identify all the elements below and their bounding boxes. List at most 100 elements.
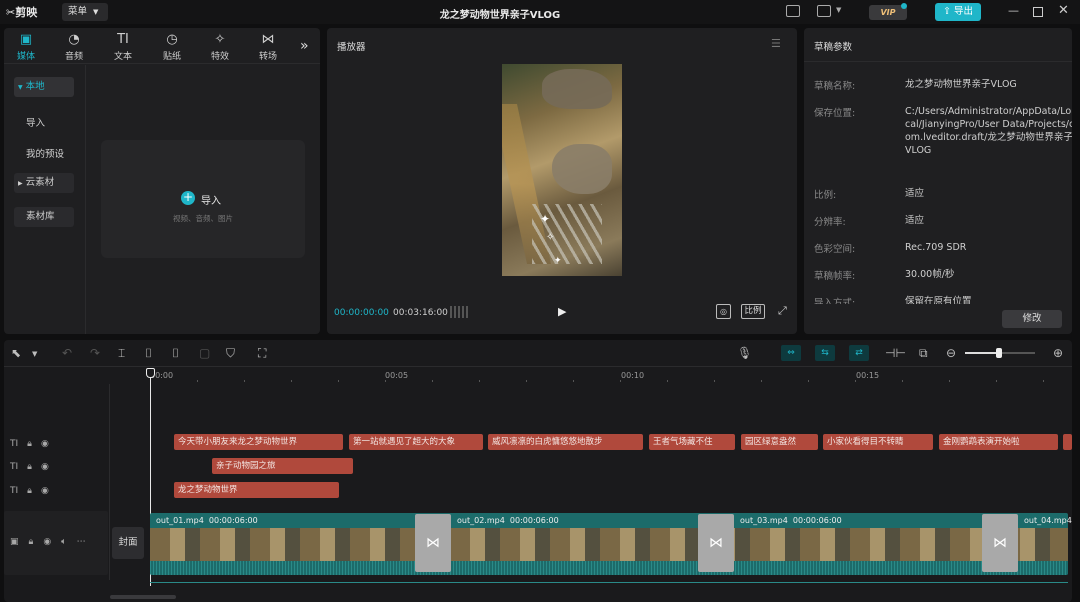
waveform-toggle-icon[interactable] <box>450 306 468 318</box>
preview-axis-icon[interactable]: ⊣⊢ <box>885 346 906 360</box>
player-panel: 播放器 ☰ ✦ ✧ ✦ 00:00:00:00 00:03:16:00 ▶ ◎ … <box>327 28 797 334</box>
audio-icon: ◔ <box>68 32 80 47</box>
zoom-slider-handle[interactable] <box>996 348 1002 358</box>
import-label: 导入 <box>201 196 221 207</box>
divider <box>804 61 1072 62</box>
tab-audio[interactable]: ◔ 音频 <box>54 32 94 62</box>
video-track[interactable] <box>150 513 1068 575</box>
tab-bar: ▣ 媒体 ◔ 音频 TI 文本 ◷ 贴纸 ✧ 特效 ⋈ 转场 » <box>4 28 320 64</box>
minimize-icon[interactable]: — <box>1008 4 1019 17</box>
marker-icon[interactable]: ⛉ <box>226 346 235 361</box>
export-icon: ⇪ <box>942 6 951 17</box>
text-clip[interactable]: 龙之梦动物世界 <box>174 482 339 498</box>
mute-icon[interactable]: 🔈︎ <box>61 537 66 547</box>
ruler-ticks <box>150 380 1070 382</box>
lock-icon[interactable]: 🔒︎ <box>27 486 32 496</box>
eye-icon[interactable]: ◉ <box>41 462 49 472</box>
vip-dot <box>901 3 907 9</box>
text-clip[interactable]: 威风凛凛的白虎慵悠悠地散步 <box>488 434 643 450</box>
more-icon[interactable]: ⋯ <box>77 537 86 547</box>
more-tabs-icon[interactable]: » <box>300 38 309 54</box>
export-button[interactable]: ⇪ 导出 <box>935 3 981 21</box>
split-icon[interactable]: ⌶ <box>118 346 125 361</box>
title-bar: ✂剪映 菜单 ▼ 龙之梦动物世界亲子VLOG ▼ VIP ⇪ 导出 — ✕ <box>0 0 1080 24</box>
lock-icon[interactable]: 🔒︎ <box>29 537 34 547</box>
transition-icon[interactable]: ⋈ <box>415 514 451 572</box>
total-time: 00:03:16:00 <box>393 308 448 318</box>
undo-icon[interactable]: ↶ <box>62 346 72 360</box>
tab-text[interactable]: TI 文本 <box>103 32 143 62</box>
fullscreen-fit-icon[interactable]: ◎ <box>716 304 731 319</box>
delete-icon[interactable]: ▢ <box>199 346 210 360</box>
caret-right-icon: ▶ <box>18 180 23 187</box>
eye-icon[interactable]: ◉ <box>41 439 49 449</box>
eye-icon[interactable]: ◉ <box>43 537 51 547</box>
text-clip[interactable]: 第一站就遇见了超大的大象 <box>349 434 483 450</box>
zoom-in-icon[interactable]: ⊕ <box>1053 346 1063 360</box>
draft-title: 草稿参数 <box>814 42 853 53</box>
tab-media[interactable]: ▣ 媒体 <box>6 32 46 62</box>
select-tool-icon[interactable]: ⬉ <box>11 346 21 360</box>
param-row-import: 导入方式: 保留在原有位置 <box>814 296 972 304</box>
video-preview: ✦ ✧ ✦ <box>502 64 622 276</box>
timeline-divider <box>4 366 1072 367</box>
cover-button[interactable]: 封面 <box>112 527 144 559</box>
sidebar-item-library[interactable]: 素材库 <box>14 207 74 227</box>
media-icon: ▣ <box>19 32 33 47</box>
select-chevron-icon[interactable]: ▼ <box>32 350 37 358</box>
player-menu-icon[interactable]: ☰ <box>771 37 781 50</box>
fit-timeline-icon[interactable]: ⧉ <box>919 346 928 361</box>
text-clip[interactable]: 亲子动物园之旅 <box>212 458 353 474</box>
sidebar-item-import[interactable]: 导入 <box>26 115 45 129</box>
main-track-magnet-icon[interactable]: ⇔ <box>781 345 801 361</box>
microphone-icon[interactable]: 🎙 <box>737 346 752 360</box>
transition-icon[interactable]: ⋈ <box>698 514 734 572</box>
effects-icon: ✧ <box>214 32 226 47</box>
sidebar-item-cloud[interactable]: ▶ 云素材 <box>14 173 74 193</box>
import-dropzone[interactable]: + 导入 视频、音频、图片 <box>101 140 305 258</box>
horizontal-scrollbar[interactable] <box>110 595 176 599</box>
media-panel: ▣ 媒体 ◔ 音频 TI 文本 ◷ 贴纸 ✧ 特效 ⋈ 转场 » ▼ 本地 导入… <box>4 28 320 334</box>
zoom-out-icon[interactable]: ⊖ <box>946 346 956 360</box>
text-clip[interactable]: 王者气场藏不住 <box>649 434 735 450</box>
lock-icon[interactable]: 🔒︎ <box>27 439 32 449</box>
text-clip[interactable]: 今天带小朋友来龙之梦动物世界 <box>174 434 343 450</box>
tab-sticker[interactable]: ◷ 贴纸 <box>152 32 192 62</box>
trim-right-icon[interactable]: ⌷ <box>172 346 179 361</box>
video-track-icons: ▣ 🔒︎ ◉ 🔈︎ ⋯ <box>10 537 86 547</box>
play-icon[interactable]: ▶ <box>558 305 566 318</box>
time-ruler[interactable]: 00:00 00:05 00:10 00:15 <box>150 370 1070 382</box>
linkage-icon[interactable]: ⇄ <box>849 345 869 361</box>
expand-icon[interactable]: ⤢ <box>778 304 787 318</box>
sidebar-item-local[interactable]: ▼ 本地 <box>14 77 74 97</box>
trim-left-icon[interactable]: ⌷ <box>145 346 152 361</box>
edit-draft-button[interactable]: 修改 <box>1002 310 1062 328</box>
text-clip-partial[interactable] <box>1063 434 1072 450</box>
layout-icon[interactable] <box>817 5 831 17</box>
audio-waveform <box>150 561 1068 575</box>
eye-icon[interactable]: ◉ <box>41 486 49 496</box>
text-clip[interactable]: 金刚鹦鹉表演开始啦 <box>939 434 1058 450</box>
lock-icon[interactable]: 🔒︎ <box>27 462 32 472</box>
text-clip[interactable]: 园区绿意盎然 <box>741 434 818 450</box>
elephant-shape <box>542 69 612 109</box>
import-hint: 视频、音频、图片 <box>173 214 233 223</box>
clip-label: out_03.mp4 00:00:06:00 <box>740 516 842 525</box>
ratio-button[interactable]: 比例 <box>741 304 765 319</box>
redo-icon[interactable]: ↷ <box>90 346 100 360</box>
video-track-icon: ▣ <box>10 537 19 547</box>
transition-icon[interactable]: ⋈ <box>982 514 1018 572</box>
tab-effects[interactable]: ✧ 特效 <box>200 32 240 62</box>
layout-chevron-icon[interactable]: ▼ <box>836 6 841 14</box>
maximize-icon[interactable] <box>1033 7 1043 17</box>
tab-transition[interactable]: ⋈ 转场 <box>248 32 288 62</box>
sparkle-icon-3: ✦ <box>554 256 562 266</box>
playhead-handle[interactable] <box>146 368 155 378</box>
text-clip[interactable]: 小家伙看得目不转睛 <box>823 434 933 450</box>
close-icon[interactable]: ✕ <box>1058 3 1069 18</box>
shortcut-icon[interactable] <box>786 5 800 17</box>
auto-snap-icon[interactable]: ⇆ <box>815 345 835 361</box>
crop-icon[interactable]: ⛶ <box>258 346 266 361</box>
sidebar-item-presets[interactable]: 我的预设 <box>26 146 64 160</box>
clip-label: out_01.mp4 00:00:06:00 <box>156 516 258 525</box>
